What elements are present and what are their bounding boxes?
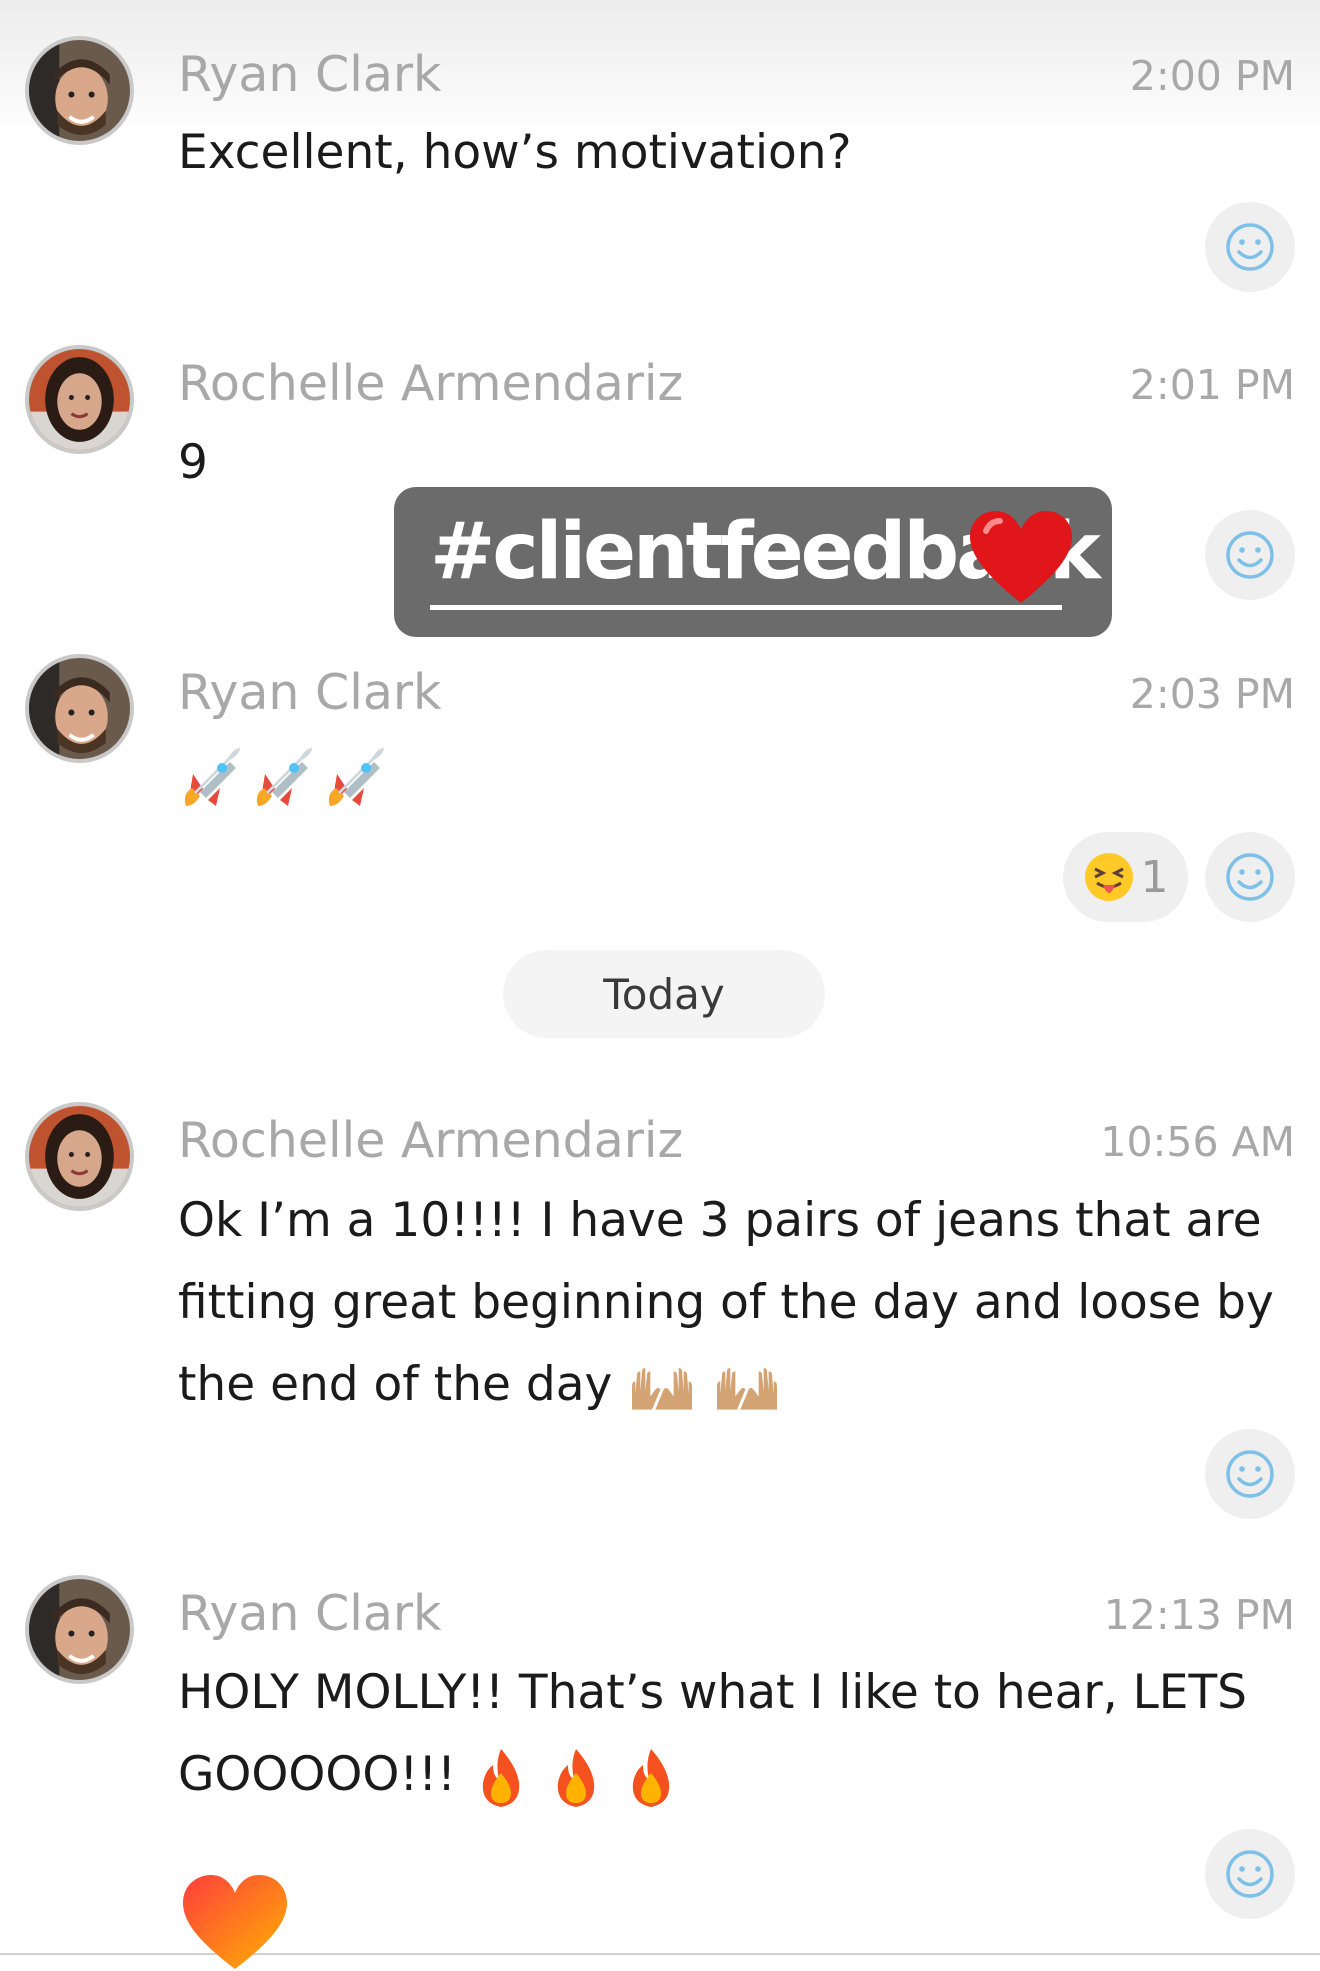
sender-name: Ryan Clark xyxy=(178,664,442,721)
rochelle-avatar-image xyxy=(29,1106,130,1207)
smiley-icon xyxy=(1226,223,1274,271)
raising-hands-icon xyxy=(632,1367,693,1410)
ryan-avatar-image xyxy=(29,1579,130,1680)
like-heart-icon[interactable] xyxy=(181,1873,289,1971)
rochelle-avatar-image xyxy=(29,349,130,450)
add-reaction-button[interactable] xyxy=(1205,1429,1295,1519)
red-heart-icon xyxy=(970,511,1072,603)
message-line: the end of the day xyxy=(178,1357,613,1412)
avatar[interactable] xyxy=(25,36,134,145)
avatar[interactable] xyxy=(25,654,134,763)
smiley-icon xyxy=(1226,1850,1274,1898)
add-reaction-button[interactable] xyxy=(1205,202,1295,292)
rocket-icon xyxy=(328,748,384,806)
ryan-avatar-image xyxy=(29,40,130,141)
avatar[interactable] xyxy=(25,345,134,454)
smiley-icon xyxy=(1226,853,1274,901)
message-line: Ok I’m a 10!!!! I have 3 pairs of jeans … xyxy=(178,1193,1262,1248)
smiley-icon xyxy=(1226,1450,1274,1498)
rocket-icon xyxy=(256,748,312,806)
message-time: 2:01 PM xyxy=(1129,361,1295,409)
add-reaction-button[interactable] xyxy=(1205,1829,1295,1919)
message-line: HOLY MOLLY!! That’s what I like to hear,… xyxy=(178,1665,1247,1720)
date-divider: Today xyxy=(503,950,825,1038)
sender-name: Ryan Clark xyxy=(178,46,442,103)
message-text: HOLY MOLLY!! That’s what I like to hear,… xyxy=(178,1652,1288,1816)
raising-hands-icon xyxy=(717,1367,778,1410)
sender-name: Rochelle Armendariz xyxy=(178,355,684,412)
message-time: 2:00 PM xyxy=(1129,52,1295,100)
fire-icon xyxy=(482,1748,520,1807)
emoji-row xyxy=(178,744,388,810)
message-time: 12:13 PM xyxy=(1103,1591,1295,1639)
ryan-avatar-image xyxy=(29,658,130,759)
message-line-with-emoji: the end of the day xyxy=(178,1344,1288,1426)
sender-name: Ryan Clark xyxy=(178,1585,442,1642)
message-line: fitting great beginning of the day and l… xyxy=(178,1275,1274,1330)
reaction-count-pill[interactable]: 1 xyxy=(1063,832,1188,922)
message-text: Excellent, how’s motivation? xyxy=(178,125,852,180)
message-time: 2:03 PM xyxy=(1129,670,1295,718)
message-text: Ok I’m a 10!!!! I have 3 pairs of jeans … xyxy=(178,1180,1288,1426)
squinting-tongue-face-icon xyxy=(1084,853,1133,901)
add-reaction-button[interactable] xyxy=(1205,510,1295,600)
message-line: GOOOOO!!! xyxy=(178,1747,456,1802)
fire-icon xyxy=(557,1748,595,1807)
smiley-icon xyxy=(1226,531,1274,579)
fire-icon xyxy=(632,1748,669,1807)
hashtag-sticker: #clientfeedback xyxy=(394,487,1112,637)
avatar[interactable] xyxy=(25,1575,134,1684)
reaction-count: 1 xyxy=(1140,851,1169,903)
sender-name: Rochelle Armendariz xyxy=(178,1112,684,1169)
message-line-with-emoji: GOOOOO!!! xyxy=(178,1734,1288,1816)
rocket-icon xyxy=(184,748,240,806)
add-reaction-button[interactable] xyxy=(1205,832,1295,922)
avatar[interactable] xyxy=(25,1102,134,1211)
message-time: 10:56 AM xyxy=(1100,1118,1295,1166)
